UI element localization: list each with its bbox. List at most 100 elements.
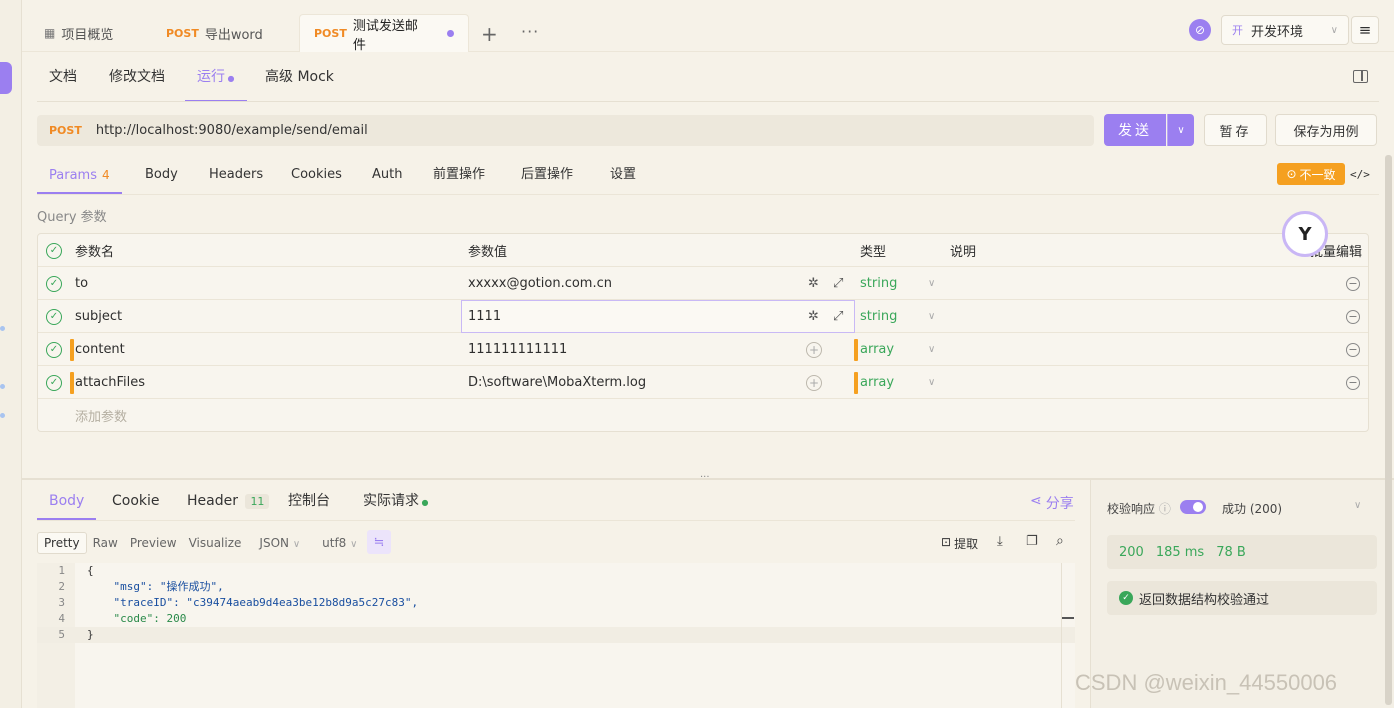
check-icon[interactable]: ✓: [46, 308, 62, 325]
magic-wand-icon[interactable]: ✲: [808, 300, 819, 333]
send-dropdown-button[interactable]: ∨: [1167, 114, 1194, 146]
remove-icon[interactable]: −: [1346, 342, 1360, 357]
check-icon[interactable]: ✓: [46, 341, 62, 358]
response-time: 185 ms: [1155, 544, 1205, 560]
tab-export-word[interactable]: POST 导出word: [152, 14, 277, 52]
layout-toggle-icon[interactable]: [1353, 70, 1368, 83]
save-as-case-button[interactable]: 保存为用例: [1275, 114, 1377, 146]
param-type[interactable]: string: [860, 267, 897, 300]
drag-handle-icon[interactable]: ···: [700, 472, 710, 483]
add-item-icon[interactable]: +: [806, 374, 822, 391]
wrap-lines-button[interactable]: ≒: [367, 530, 391, 554]
chevron-down-icon[interactable]: ∨: [928, 366, 935, 399]
table-row: ✓ to xxxxx@gotion.com.cn ✲ ⤢ string ∨ −: [38, 267, 1368, 300]
tab-body[interactable]: Body: [145, 160, 178, 194]
array-marker: [854, 339, 858, 361]
remove-icon[interactable]: −: [1346, 276, 1360, 291]
param-name[interactable]: attachFiles: [75, 366, 145, 399]
format-preview[interactable]: Preview: [124, 533, 183, 553]
chevron-down-icon: ∨: [1330, 24, 1338, 36]
rail-dot: [0, 326, 5, 331]
chevron-down-icon[interactable]: ∨: [928, 300, 935, 333]
more-tabs-icon[interactable]: ···: [521, 22, 539, 41]
mismatch-badge[interactable]: ⊙ 不一致: [1277, 163, 1345, 185]
tab-settings[interactable]: 设置: [610, 160, 636, 194]
param-type[interactable]: array: [860, 333, 894, 366]
floating-assistant-logo[interactable]: Y: [1282, 211, 1328, 257]
param-type[interactable]: string: [860, 300, 897, 333]
format-visualize[interactable]: Visualize: [183, 533, 248, 553]
expand-icon[interactable]: ⤢: [833, 300, 843, 333]
table-row: ✓ subject 1111 ✲ ⤢ string ∨ −: [38, 300, 1368, 333]
share-button[interactable]: ⋖ 分享: [1030, 493, 1074, 513]
code-view-icon[interactable]: </>: [1350, 168, 1370, 181]
encoding-select[interactable]: utf8 ∨: [316, 533, 363, 553]
add-param-input[interactable]: 添加参数: [75, 399, 127, 432]
param-value-input[interactable]: 1111: [461, 300, 855, 333]
chevron-down-icon[interactable]: ∨: [928, 267, 935, 300]
clock-icon: ⊙: [1286, 167, 1297, 181]
subnav-mock[interactable]: 高级 Mock: [265, 60, 334, 102]
chevron-down-icon[interactable]: ∨: [928, 333, 935, 366]
response-tab-actual-request[interactable]: 实际请求 ●: [363, 486, 429, 520]
tab-send-email[interactable]: POST 测试发送邮件: [299, 14, 469, 53]
header-type: 类型: [860, 245, 887, 260]
hamburger-icon: ≡: [1358, 21, 1372, 39]
format-type-select[interactable]: JSON ∨: [253, 533, 306, 553]
url-input[interactable]: http://localhost:9080/example/send/email: [96, 123, 368, 138]
rail-collapse-tab[interactable]: [0, 62, 12, 94]
param-value[interactable]: xxxxx@gotion.com.cn: [468, 267, 612, 300]
left-rail: [0, 0, 22, 708]
subnav-docs[interactable]: 文档: [49, 60, 77, 102]
remove-icon[interactable]: −: [1346, 375, 1360, 390]
param-name[interactable]: to: [75, 267, 88, 300]
tab-headers[interactable]: Headers: [209, 160, 263, 194]
response-tab-console[interactable]: 控制台: [288, 486, 330, 520]
extract-icon: ⊡: [941, 535, 952, 549]
format-pretty[interactable]: Pretty: [37, 532, 87, 554]
page-scrollbar[interactable]: [1385, 155, 1392, 705]
format-raw[interactable]: Raw: [87, 533, 124, 553]
rail-dot: [0, 384, 5, 389]
send-button[interactable]: 发送: [1104, 114, 1166, 146]
env-selector[interactable]: 开 开发环境 ∨: [1221, 15, 1349, 45]
rail-dot: [0, 413, 5, 418]
check-icon[interactable]: ✓: [46, 275, 62, 292]
param-name[interactable]: subject: [75, 300, 122, 333]
url-bar[interactable]: POST http://localhost:9080/example/send/…: [37, 115, 1094, 146]
tab-post-processors[interactable]: 后置操作: [521, 160, 573, 194]
tab-params[interactable]: Params 4: [37, 160, 122, 194]
response-tab-body[interactable]: Body: [37, 486, 97, 520]
response-tab-cookie[interactable]: Cookie: [112, 486, 160, 520]
search-icon[interactable]: ⌕: [1056, 533, 1064, 549]
magic-wand-icon[interactable]: ✲: [808, 267, 819, 300]
check-icon[interactable]: ✓: [46, 374, 62, 391]
subnav-edit-docs[interactable]: 修改文档: [109, 60, 165, 102]
menu-button[interactable]: ≡: [1351, 16, 1379, 44]
tab-cookies[interactable]: Cookies: [291, 160, 342, 194]
subnav-run[interactable]: 运行 ●: [185, 60, 247, 102]
tab-auth[interactable]: Auth: [372, 160, 402, 194]
code-line: 1{: [58, 564, 94, 577]
add-item-icon[interactable]: +: [806, 341, 822, 358]
tab-project-overview[interactable]: ▦ 项目概览: [30, 14, 127, 52]
required-marker: [70, 339, 74, 361]
editor-scrollbar[interactable]: [1061, 563, 1074, 708]
tab-pre-processors[interactable]: 前置操作: [433, 160, 485, 194]
add-tab-icon[interactable]: +: [481, 22, 498, 46]
response-tab-header[interactable]: Header 11: [187, 486, 270, 520]
expand-icon[interactable]: ⤢: [833, 267, 843, 300]
param-name[interactable]: content: [75, 333, 125, 366]
param-value[interactable]: D:\software\MobaXterm.log: [468, 366, 646, 399]
check-all-icon[interactable]: ✓: [46, 242, 62, 259]
param-type[interactable]: array: [860, 366, 894, 399]
extract-button[interactable]: ⊡ 提取: [941, 535, 978, 552]
env-switch-icon[interactable]: ⊘: [1189, 19, 1211, 41]
save-temp-button[interactable]: 暂存: [1204, 114, 1267, 146]
param-value[interactable]: 111111111111: [468, 333, 567, 366]
chevron-down-icon[interactable]: ∨: [1354, 500, 1361, 511]
download-icon[interactable]: ⤓: [997, 534, 1003, 549]
copy-icon[interactable]: ❐: [1026, 534, 1038, 549]
remove-icon[interactable]: −: [1346, 309, 1360, 324]
code-line: 2 "msg": "操作成功",: [58, 580, 224, 593]
